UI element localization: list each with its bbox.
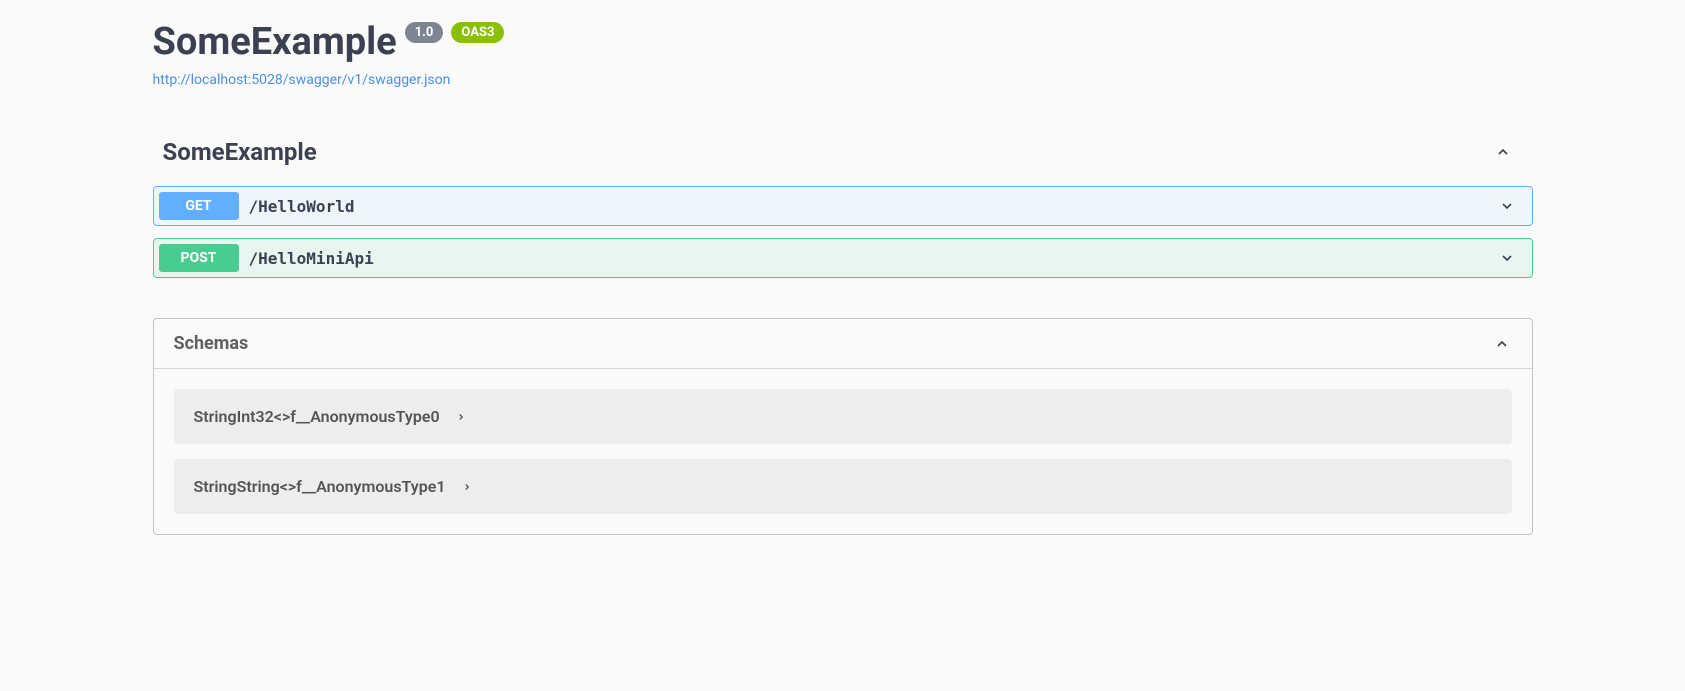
- chevron-down-icon: [1497, 196, 1517, 216]
- operation-get-helloworld[interactable]: GET /HelloWorld: [153, 186, 1533, 226]
- version-badge: 1.0: [405, 22, 444, 43]
- endpoint-path: /HelloMiniApi: [249, 249, 1497, 268]
- schemas-header[interactable]: Schemas: [154, 319, 1532, 369]
- chevron-right-icon: [456, 407, 466, 426]
- endpoint-path: /HelloWorld: [249, 197, 1497, 216]
- api-header: SomeExample 1.0 OAS3 http://localhost:50…: [153, 20, 1533, 88]
- schemas-title: Schemas: [174, 333, 249, 354]
- schemas-section: Schemas StringInt32<>f__AnonymousType0 S…: [153, 318, 1533, 535]
- schema-name: StringString<>f__AnonymousType1: [194, 477, 446, 496]
- schemas-body: StringInt32<>f__AnonymousType0 StringStr…: [154, 369, 1532, 534]
- http-method-badge: GET: [159, 192, 239, 220]
- tag-section: SomeExample GET /HelloWorld POST /HelloM…: [153, 128, 1533, 278]
- schema-item[interactable]: StringString<>f__AnonymousType1: [174, 459, 1512, 514]
- chevron-up-icon: [1492, 334, 1512, 354]
- schema-item[interactable]: StringInt32<>f__AnonymousType0: [174, 389, 1512, 444]
- operation-post-hellominiapi[interactable]: POST /HelloMiniApi: [153, 238, 1533, 278]
- spec-url-link[interactable]: http://localhost:5028/swagger/v1/swagger…: [153, 72, 451, 88]
- chevron-right-icon: [462, 477, 472, 496]
- http-method-badge: POST: [159, 244, 239, 272]
- chevron-down-icon: [1497, 248, 1517, 268]
- chevron-up-icon: [1493, 142, 1513, 162]
- api-title: SomeExample: [153, 20, 397, 64]
- tag-name: SomeExample: [163, 138, 317, 166]
- tag-header[interactable]: SomeExample: [153, 128, 1533, 176]
- schema-name: StringInt32<>f__AnonymousType0: [194, 407, 440, 426]
- operations-list: GET /HelloWorld POST /HelloMiniApi: [153, 186, 1533, 278]
- oas-badge: OAS3: [451, 22, 504, 43]
